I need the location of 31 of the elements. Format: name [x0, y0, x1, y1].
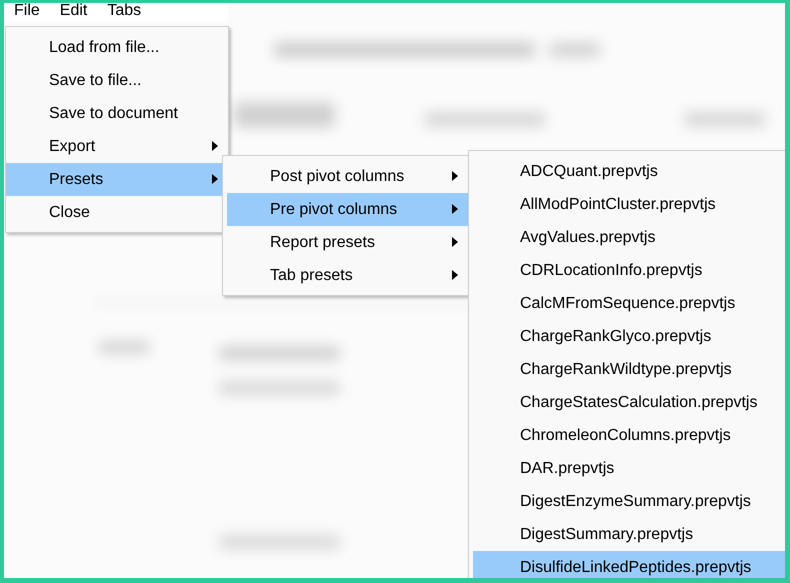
- menu-bar-item[interactable]: File: [4, 3, 50, 25]
- submenu-arrow-icon: [212, 174, 218, 184]
- menu-bar-item[interactable]: Edit: [50, 3, 98, 25]
- menu-item[interactable]: Post pivot columns: [227, 160, 468, 193]
- menu-item[interactable]: ChargeRankWildtype.prepvtjs: [473, 353, 785, 386]
- menu-item[interactable]: ChargeRankGlyco.prepvtjs: [473, 320, 785, 353]
- menu-item[interactable]: Save to file...: [6, 64, 228, 97]
- menu-item[interactable]: DigestSummary.prepvtjs: [473, 518, 785, 551]
- menu-item[interactable]: Tab presets: [227, 259, 468, 292]
- menu-item[interactable]: AllModPointCluster.prepvtjs: [473, 188, 785, 221]
- menu-item[interactable]: Report presets: [227, 226, 468, 259]
- menu-item[interactable]: Close: [6, 196, 228, 229]
- menu-item[interactable]: ChromeleonColumns.prepvtjs: [473, 419, 785, 452]
- menu-item[interactable]: CDRLocationInfo.prepvtjs: [473, 254, 785, 287]
- menu-item[interactable]: Pre pivot columns: [227, 193, 468, 226]
- menu-item[interactable]: ADCQuant.prepvtjs: [473, 155, 785, 188]
- menu-item[interactable]: Load from file...: [6, 31, 228, 64]
- menu-bar-item[interactable]: Tabs: [97, 3, 152, 25]
- menu-item[interactable]: DAR.prepvtjs: [473, 452, 785, 485]
- submenu-arrow-icon: [452, 270, 458, 280]
- menu-item[interactable]: Export: [6, 130, 228, 163]
- menu-item[interactable]: DisulfideLinkedPeptides.prepvtjs: [473, 551, 785, 578]
- menu-item[interactable]: AvgValues.prepvtjs: [473, 221, 785, 254]
- menu-item[interactable]: ChargeStatesCalculation.prepvtjs: [473, 386, 785, 419]
- submenu-arrow-icon: [212, 141, 218, 151]
- menu-item[interactable]: Save to document: [6, 97, 228, 130]
- menu-item[interactable]: CalcMFromSequence.prepvtjs: [473, 287, 785, 320]
- submenu-arrow-icon: [452, 237, 458, 247]
- menu-item[interactable]: DigestEnzymeSummary.prepvtjs: [473, 485, 785, 518]
- submenu-arrow-icon: [452, 171, 458, 181]
- submenu-arrow-icon: [452, 204, 458, 214]
